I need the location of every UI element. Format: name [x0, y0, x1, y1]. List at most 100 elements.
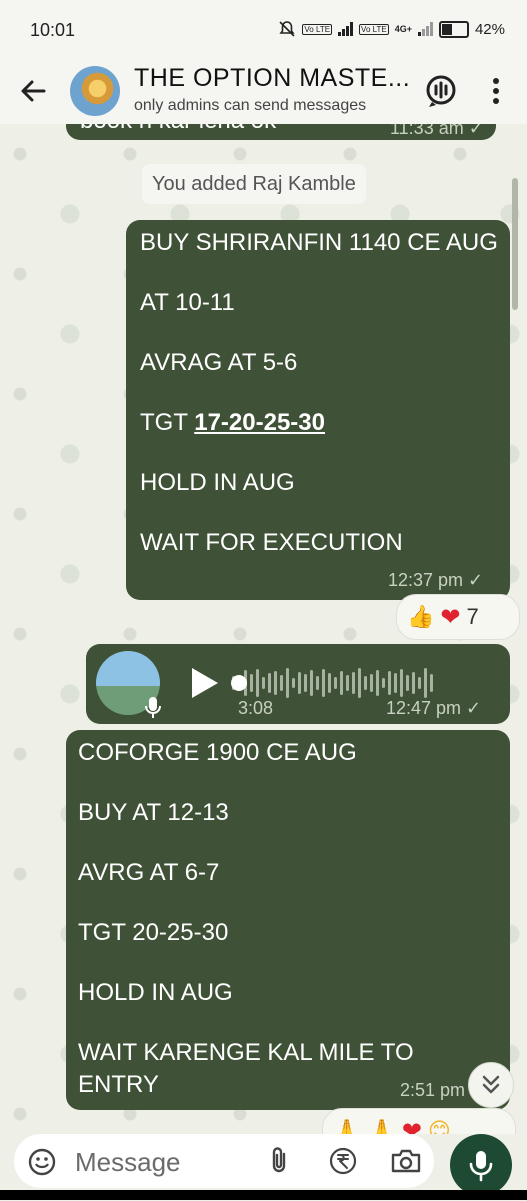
- waveform-bar: [334, 677, 337, 689]
- heart-icon: ❤: [401, 1117, 422, 1135]
- waveform-bar: [370, 674, 373, 692]
- waveform-bar: [406, 675, 409, 691]
- phone-link[interactable]: 17-20-25-30: [194, 409, 325, 436]
- group-subtitle: only admins can send messages: [134, 97, 367, 114]
- double-chevron-down-icon: [482, 1075, 500, 1094]
- message-line: HOLD IN AUG: [140, 469, 295, 496]
- message-placeholder: Message: [75, 1147, 181, 1177]
- message-line: AVRG AT 6-7: [78, 859, 220, 886]
- volte-badge-2: Vo LTE: [359, 23, 389, 35]
- message-time: 2:51 pm: [400, 1080, 466, 1100]
- waveform-bar: [376, 670, 379, 696]
- more-options-icon[interactable]: [484, 74, 508, 108]
- waveform-bar: [250, 674, 253, 692]
- waveform-bar: [316, 676, 319, 690]
- signal-icon-1: [338, 22, 354, 36]
- camera-icon[interactable]: [390, 1146, 422, 1176]
- message-line: HOLD IN AUG: [78, 979, 233, 1006]
- battery-percent: 42%: [474, 20, 505, 38]
- message-line: AT 10-11: [140, 289, 235, 316]
- voice-message-bubble[interactable]: 3:08 12:47 pm ✓: [86, 644, 510, 724]
- emoji-icon: 😊: [427, 1118, 451, 1134]
- status-time: 10:01: [30, 20, 76, 40]
- waveform-bar: [394, 673, 397, 693]
- waveform-bar: [280, 675, 283, 691]
- voice-duration: 3:08: [238, 698, 274, 718]
- emoji-icon[interactable]: [28, 1148, 56, 1176]
- composer-bar: Message: [0, 1134, 527, 1196]
- message-bubble[interactable]: BUY SHRIRANFIN 1140 CE AUG AT 10-11 AVRA…: [126, 220, 510, 600]
- message-line: TGT 20-25-30: [78, 919, 229, 946]
- paperclip-icon[interactable]: [266, 1146, 292, 1176]
- chat-header: THE OPTION MASTE... only admins can send…: [0, 58, 527, 124]
- voice-chat-icon[interactable]: [422, 72, 460, 110]
- message-line: AVRAG AT 5-6: [140, 349, 298, 376]
- audio-waveform[interactable]: [232, 664, 492, 702]
- play-icon[interactable]: [188, 666, 220, 700]
- network-type: 4G+: [394, 24, 412, 34]
- volte-badge-1: Vo LTE: [302, 23, 333, 35]
- waveform-bar: [346, 675, 349, 691]
- message-line: WAIT KARENGE KAL MILE TO: [78, 1039, 414, 1066]
- waveform-bar: [304, 674, 307, 692]
- system-message: You added Raj Kamble: [142, 164, 366, 204]
- battery-icon: [438, 20, 469, 38]
- playback-handle[interactable]: [231, 675, 247, 691]
- status-icons: Vo LTE Vo LTE 4G+ 42%: [278, 20, 505, 38]
- back-arrow-icon[interactable]: [16, 74, 50, 108]
- group-title[interactable]: THE OPTION MASTE...: [134, 64, 410, 93]
- folded-hands-icon: 🙏: [333, 1118, 361, 1134]
- message-time: 11:33 am ✓: [390, 124, 484, 138]
- waveform-bar: [364, 676, 367, 690]
- waveform-bar: [418, 677, 421, 689]
- chat-area[interactable]: book h kar lena ok 11:33 am ✓ You added …: [0, 124, 527, 1134]
- waveform-bar: [388, 671, 391, 695]
- waveform-bar: [274, 671, 277, 695]
- waveform-bar: [430, 674, 433, 692]
- message-line: BUY AT 12-13: [78, 799, 229, 826]
- waveform-bar: [340, 671, 343, 695]
- waveform-bar: [322, 669, 325, 697]
- status-bar: 10:01 Vo LTE Vo LTE 4G+ 42%: [0, 0, 527, 58]
- message-time: 12:37 pm ✓: [388, 570, 484, 590]
- waveform-bar: [256, 669, 259, 697]
- waveform-bar: [298, 672, 301, 694]
- waveform-bar: [424, 668, 427, 698]
- waveform-bar: [400, 669, 403, 697]
- waveform-bar: [358, 668, 361, 698]
- mute-bell-icon: [279, 21, 295, 37]
- message-line: TGT 17-20-25-30: [140, 408, 325, 438]
- message-bubble-partial[interactable]: book h kar lena ok 11:33 am ✓: [66, 124, 496, 140]
- message-time: 12:47 pm ✓: [386, 698, 482, 718]
- message-text: book h kar lena ok: [80, 124, 276, 136]
- message-line-prefix: TGT: [140, 409, 195, 436]
- waveform-bar: [412, 672, 415, 694]
- mic-icon: [145, 697, 161, 718]
- thumbs-up-icon: 👍: [407, 604, 435, 629]
- message-line: ENTRY: [78, 1071, 159, 1098]
- waveform-bar: [292, 678, 295, 688]
- scrollbar[interactable]: [512, 178, 518, 310]
- waveform-bar: [328, 673, 331, 693]
- microphone-icon: [469, 1151, 493, 1182]
- scroll-to-bottom-button[interactable]: [468, 1062, 514, 1108]
- waveform-bar: [286, 668, 289, 698]
- message-line: WAIT FOR EXECUTION: [140, 529, 403, 556]
- voice-record-button[interactable]: [450, 1134, 512, 1196]
- waveform-bar: [382, 678, 385, 688]
- waveform-bar: [352, 672, 355, 694]
- waveform-bar: [268, 673, 271, 693]
- folded-hands-icon: 🙏: [368, 1118, 396, 1134]
- message-input[interactable]: Message: [14, 1134, 434, 1188]
- reaction-count: 7: [466, 604, 479, 629]
- reactions-pill-partial[interactable]: 🙏 🙏 ❤ 😊: [322, 1108, 516, 1134]
- reactions-pill[interactable]: 👍 ❤ 7: [396, 594, 520, 640]
- message-bubble[interactable]: COFORGE 1900 CE AUG BUY AT 12-13 AVRG AT…: [66, 730, 510, 1110]
- waveform-bar: [262, 677, 265, 689]
- heart-icon: ❤: [440, 603, 461, 631]
- message-line: COFORGE 1900 CE AUG: [78, 739, 357, 766]
- rupee-payment-icon[interactable]: [328, 1146, 358, 1176]
- message-line: BUY SHRIRANFIN 1140 CE AUG: [140, 229, 498, 256]
- group-avatar[interactable]: [70, 66, 120, 116]
- system-nav-bar: [0, 1190, 527, 1200]
